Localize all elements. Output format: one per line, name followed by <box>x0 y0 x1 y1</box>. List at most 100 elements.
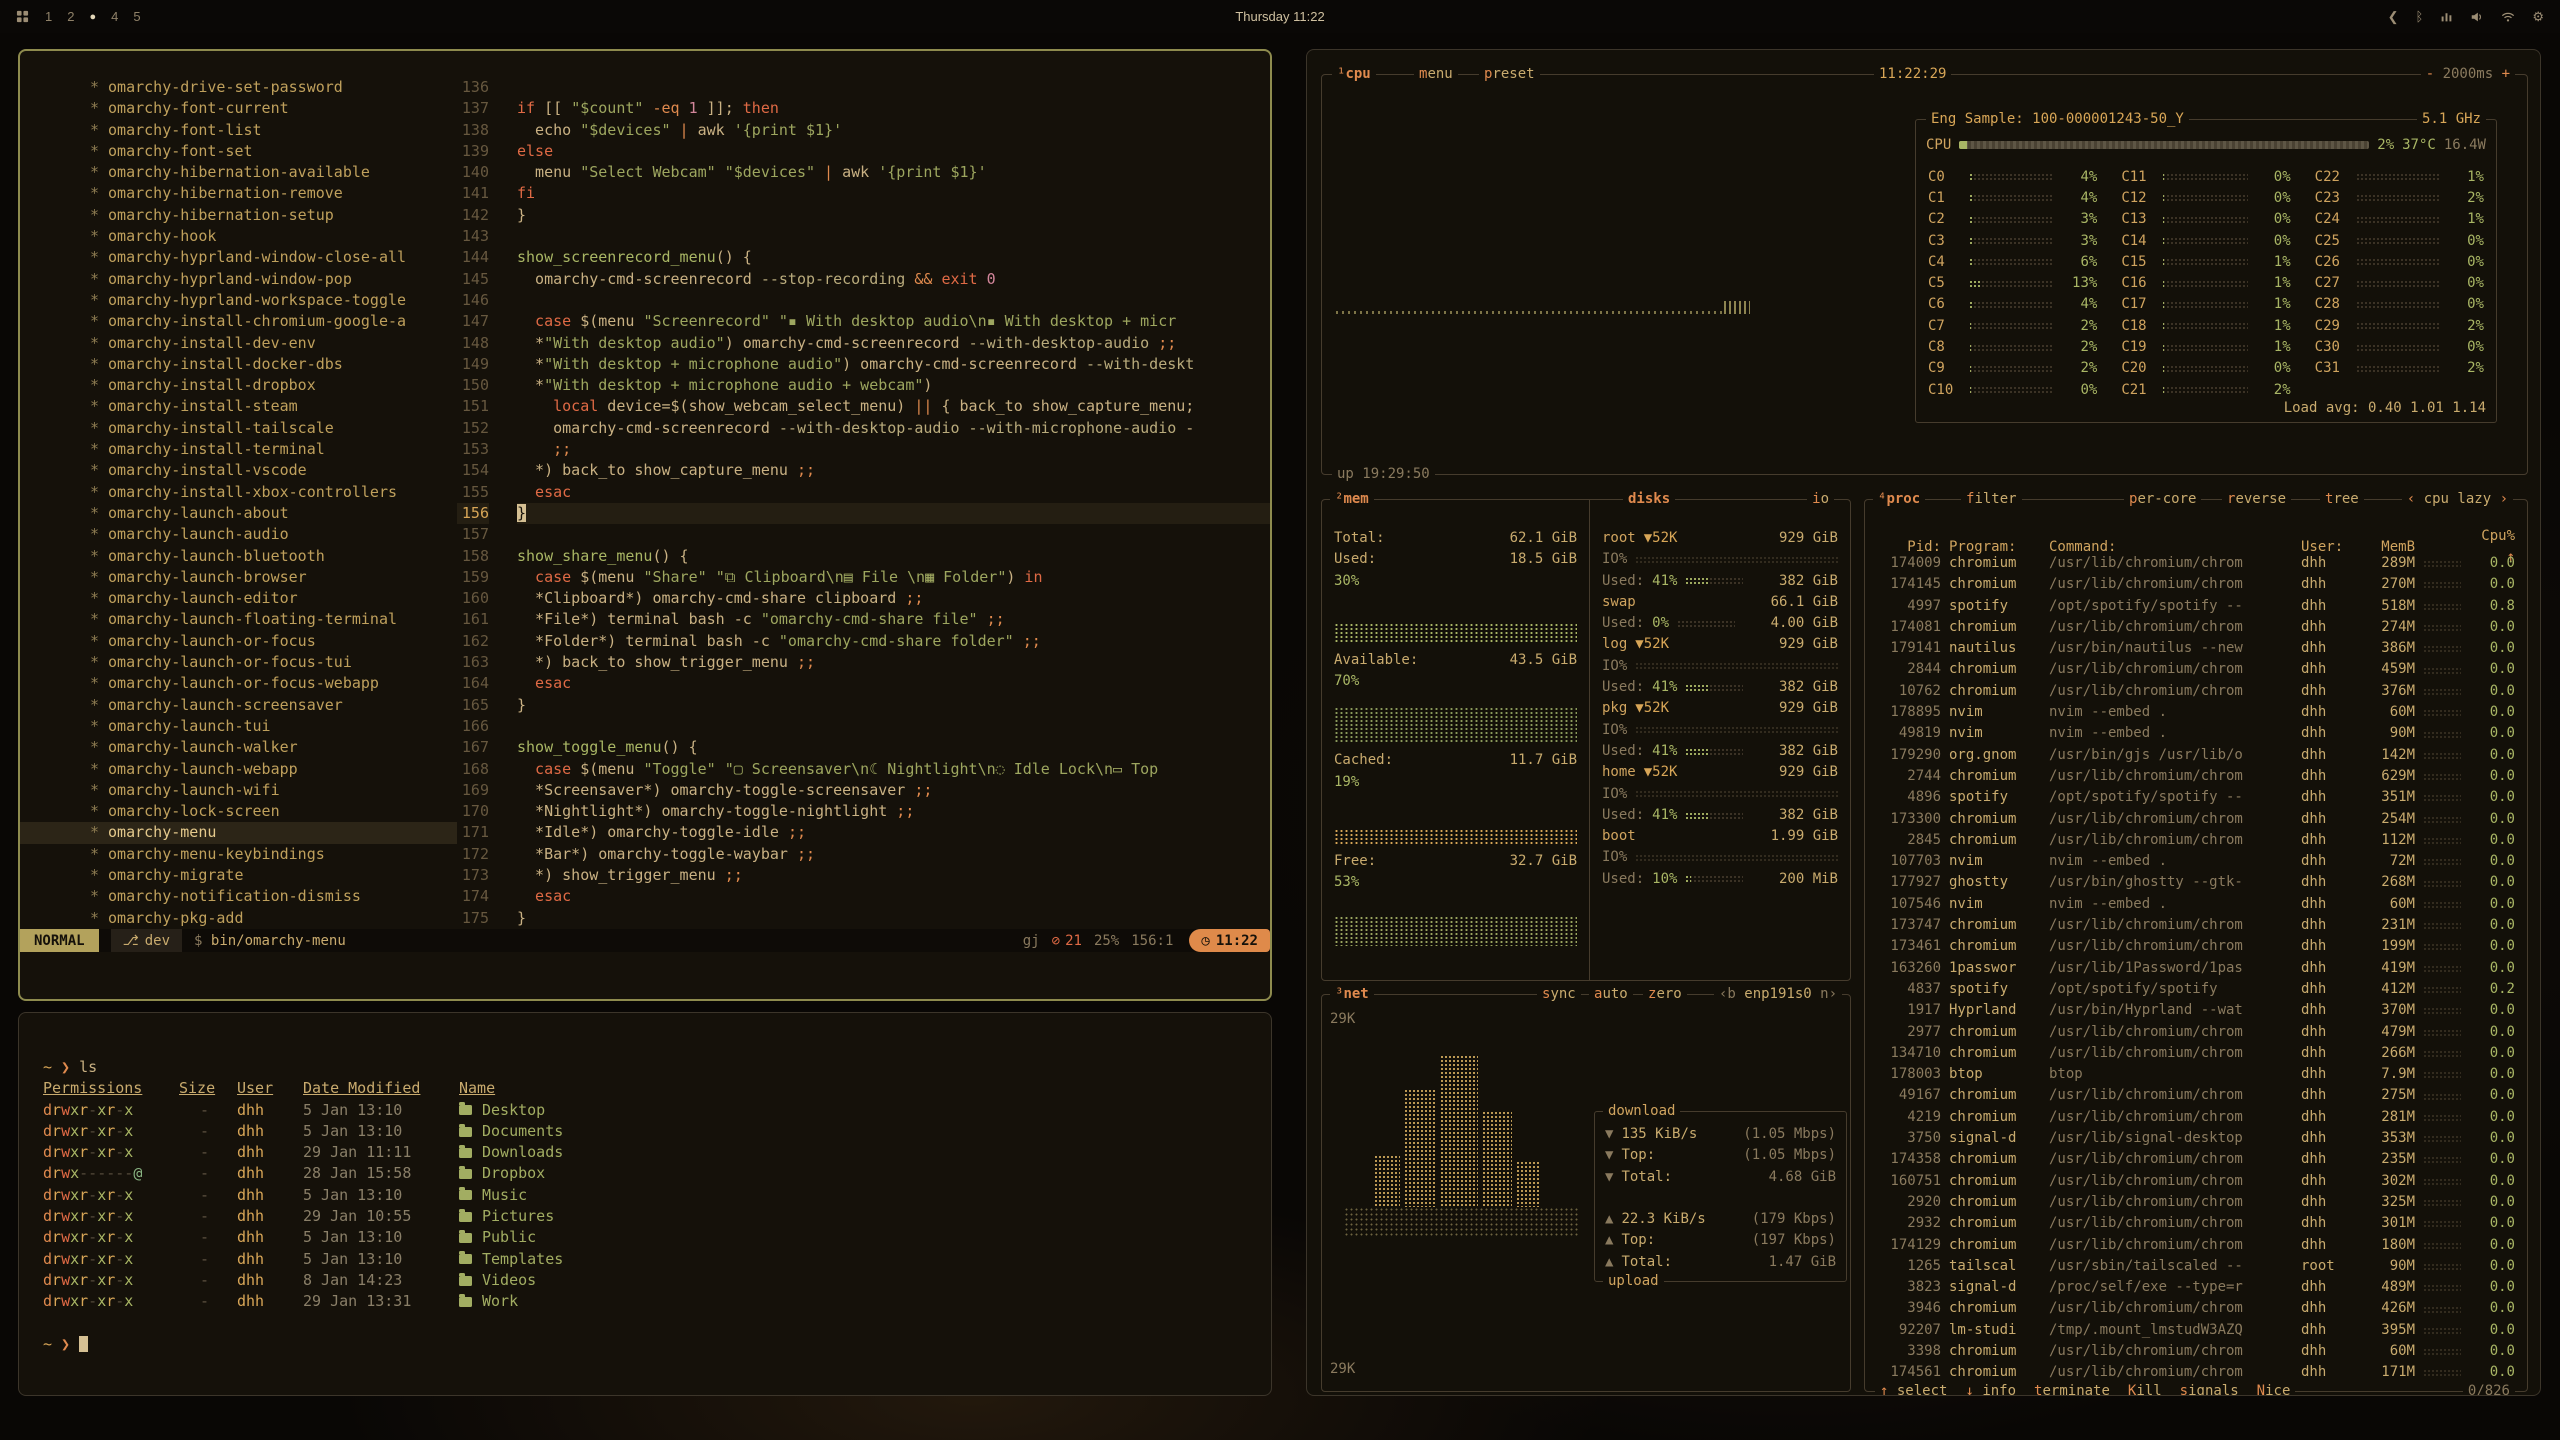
footer-key-info[interactable]: ↓ info <box>1965 1383 2016 1396</box>
bluetooth-icon[interactable]: ᛒ <box>2416 10 2424 23</box>
process-row[interactable]: 173300chromium/usr/lib/chromium/chromdhh… <box>1865 809 2527 830</box>
file-item[interactable]: *omarchy-menu <box>20 822 457 843</box>
chevron-left-icon[interactable]: ❮ <box>2388 10 2399 23</box>
file-item[interactable]: *omarchy-drive-set-password <box>20 77 457 98</box>
process-row[interactable]: 2844chromium/usr/lib/chromium/chromdhh45… <box>1865 659 2527 680</box>
process-row[interactable]: 2932chromium/usr/lib/chromium/chromdhh30… <box>1865 1213 2527 1234</box>
btop-window[interactable]: ¹cpu menu preset 11:22:29 - 2000ms + Eng… <box>1306 49 2541 1396</box>
process-row[interactable]: 179141nautilus/usr/bin/nautilus --newdhh… <box>1865 638 2527 659</box>
process-row[interactable]: 3946chromium/usr/lib/chromium/chromdhh42… <box>1865 1298 2527 1319</box>
file-item[interactable]: *omarchy-hibernation-available <box>20 162 457 183</box>
file-item[interactable]: *omarchy-launch-bluetooth <box>20 546 457 567</box>
prompt-line[interactable]: ~ ❯ <box>43 1334 1259 1355</box>
footer-key-Kill[interactable]: Kill <box>2128 1383 2162 1396</box>
file-item[interactable]: *omarchy-launch-or-focus-webapp <box>20 673 457 694</box>
file-item[interactable]: *omarchy-launch-floating-terminal <box>20 609 457 630</box>
file-item[interactable]: *omarchy-launch-about <box>20 503 457 524</box>
file-item[interactable]: *omarchy-install-dropbox <box>20 375 457 396</box>
process-row[interactable]: 2920chromium/usr/lib/chromium/chromdhh32… <box>1865 1192 2527 1213</box>
volume-icon[interactable] <box>2470 10 2484 24</box>
process-row[interactable]: 107703nvimnvim --embed .dhh72M0.0 <box>1865 851 2527 872</box>
file-item[interactable]: *omarchy-install-steam <box>20 396 457 417</box>
terminal-window[interactable]: ~ ❯ lsPermissionsSizeUserDate ModifiedNa… <box>18 1012 1272 1396</box>
file-item[interactable]: *omarchy-install-dev-env <box>20 333 457 354</box>
process-row[interactable]: 2845chromium/usr/lib/chromium/chromdhh11… <box>1865 830 2527 851</box>
file-item[interactable]: *omarchy-hyprland-window-close-all <box>20 247 457 268</box>
process-row[interactable]: 49819nvimnvim --embed .dhh90M0.0 <box>1865 723 2527 744</box>
process-row[interactable]: 3398chromium/usr/lib/chromium/chromdhh60… <box>1865 1341 2527 1362</box>
file-item[interactable]: *omarchy-install-chromium-google-a <box>20 311 457 332</box>
file-item[interactable]: *omarchy-migrate <box>20 865 457 886</box>
file-item[interactable]: *omarchy-hook <box>20 226 457 247</box>
per-core-button[interactable]: per-core <box>2124 491 2201 508</box>
process-row[interactable]: 174009chromium/usr/lib/chromium/chromdhh… <box>1865 553 2527 574</box>
process-row[interactable]: 10762chromium/usr/lib/chromium/chromdhh3… <box>1865 681 2527 702</box>
file-item[interactable]: *omarchy-install-tailscale <box>20 418 457 439</box>
process-row[interactable]: 177927ghostty/usr/bin/ghostty --gtk-dhh2… <box>1865 872 2527 893</box>
menu-button[interactable]: menu <box>1414 66 1458 83</box>
workspace-4[interactable]: 4 <box>111 9 118 24</box>
file-item[interactable]: *omarchy-menu-keybindings <box>20 844 457 865</box>
process-row[interactable]: 173747chromium/usr/lib/chromium/chromdhh… <box>1865 915 2527 936</box>
file-item[interactable]: *omarchy-launch-or-focus-tui <box>20 652 457 673</box>
file-item[interactable]: *omarchy-install-terminal <box>20 439 457 460</box>
file-item[interactable]: *omarchy-notification-dismiss <box>20 886 457 907</box>
file-item[interactable]: *omarchy-launch-walker <box>20 737 457 758</box>
file-item[interactable]: *omarchy-launch-or-focus <box>20 631 457 652</box>
process-row[interactable]: 92207lm-studi/tmp/.mount_lmstudW3AZQdhh3… <box>1865 1320 2527 1341</box>
file-item[interactable]: *omarchy-launch-screensaver <box>20 695 457 716</box>
equalizer-icon[interactable] <box>2440 10 2453 23</box>
process-row[interactable]: 160751chromium/usr/lib/chromium/chromdhh… <box>1865 1171 2527 1192</box>
workspace-5[interactable]: 5 <box>133 9 140 24</box>
file-item[interactable]: *omarchy-hyprland-workspace-toggle <box>20 290 457 311</box>
footer-key-signals[interactable]: signals <box>2180 1383 2239 1396</box>
process-row[interactable]: 178003btopbtopdhh7.9M0.0 <box>1865 1064 2527 1085</box>
process-row[interactable]: 178895nvimnvim --embed .dhh60M0.0 <box>1865 702 2527 723</box>
file-item[interactable]: *omarchy-lock-screen <box>20 801 457 822</box>
file-item[interactable]: *omarchy-launch-webapp <box>20 759 457 780</box>
settings-icon[interactable]: ⚙ <box>2532 10 2544 23</box>
io-mode-button[interactable]: io <box>1807 491 1834 508</box>
filter-button[interactable]: filter <box>1961 491 2022 508</box>
process-row[interactable]: 174129chromium/usr/lib/chromium/chromdhh… <box>1865 1235 2527 1256</box>
process-row[interactable]: 174358chromium/usr/lib/chromium/chromdhh… <box>1865 1149 2527 1170</box>
file-item[interactable]: *omarchy-install-xbox-controllers <box>20 482 457 503</box>
file-item[interactable]: *omarchy-hibernation-setup <box>20 205 457 226</box>
process-row[interactable]: 174561chromium/usr/lib/chromium/chromdhh… <box>1865 1362 2527 1383</box>
process-row[interactable]: 4837spotify/opt/spotify/spotifydhh412M0.… <box>1865 979 2527 1000</box>
process-row[interactable]: 179290org.gnom/usr/bin/gjs /usr/lib/odhh… <box>1865 745 2527 766</box>
file-item[interactable]: *omarchy-install-vscode <box>20 460 457 481</box>
process-row[interactable]: 49167chromium/usr/lib/chromium/chromdhh2… <box>1865 1085 2527 1106</box>
process-row[interactable]: 174081chromium/usr/lib/chromium/chromdhh… <box>1865 617 2527 638</box>
process-row[interactable]: 1265tailscal/usr/sbin/tailscaled --root9… <box>1865 1256 2527 1277</box>
file-item[interactable]: *omarchy-font-current <box>20 98 457 119</box>
process-row[interactable]: 1632601passwor/usr/lib/1Password/1pasdhh… <box>1865 958 2527 979</box>
process-row[interactable]: 134710chromium/usr/lib/chromium/chromdhh… <box>1865 1043 2527 1064</box>
file-list[interactable]: *omarchy-drive-set-password*omarchy-font… <box>20 77 457 930</box>
workspace-3[interactable]: ● <box>89 11 96 23</box>
code-buffer[interactable]: if [[ "$count" -eq 1 ]]; then echo "$dev… <box>505 77 1270 930</box>
sync-button[interactable]: sync <box>1537 986 1581 1003</box>
file-item[interactable]: *omarchy-launch-wifi <box>20 780 457 801</box>
file-item[interactable]: *omarchy-install-docker-dbs <box>20 354 457 375</box>
process-row[interactable]: 3750signal-d/usr/lib/signal-desktopdhh35… <box>1865 1128 2527 1149</box>
reverse-button[interactable]: reverse <box>2222 491 2291 508</box>
auto-button[interactable]: auto <box>1589 986 1633 1003</box>
file-item[interactable]: *omarchy-hyprland-window-pop <box>20 269 457 290</box>
file-item[interactable]: *omarchy-launch-audio <box>20 524 457 545</box>
process-row[interactable]: 173461chromium/usr/lib/chromium/chromdhh… <box>1865 936 2527 957</box>
wifi-icon[interactable] <box>2501 10 2515 24</box>
file-item[interactable]: *omarchy-launch-tui <box>20 716 457 737</box>
editor-window[interactable]: *omarchy-drive-set-password*omarchy-font… <box>18 49 1272 1001</box>
file-item[interactable]: *omarchy-font-list <box>20 120 457 141</box>
process-row[interactable]: 1917Hyprland/usr/bin/Hyprland --watdhh37… <box>1865 1000 2527 1021</box>
sort-selector[interactable]: ‹ cpu lazy › <box>2402 491 2513 508</box>
footer-key-terminate[interactable]: terminate <box>2034 1383 2110 1396</box>
file-item[interactable]: *omarchy-hibernation-remove <box>20 183 457 204</box>
process-row[interactable]: 2744chromium/usr/lib/chromium/chromdhh62… <box>1865 766 2527 787</box>
process-row[interactable]: 2977chromium/usr/lib/chromium/chromdhh47… <box>1865 1022 2527 1043</box>
workspace-1[interactable]: 1 <box>45 9 52 24</box>
update-interval[interactable]: - 2000ms + <box>2421 66 2515 83</box>
footer-key-select[interactable]: ↑ select <box>1880 1383 1947 1396</box>
workspace-2[interactable]: 2 <box>67 9 74 24</box>
